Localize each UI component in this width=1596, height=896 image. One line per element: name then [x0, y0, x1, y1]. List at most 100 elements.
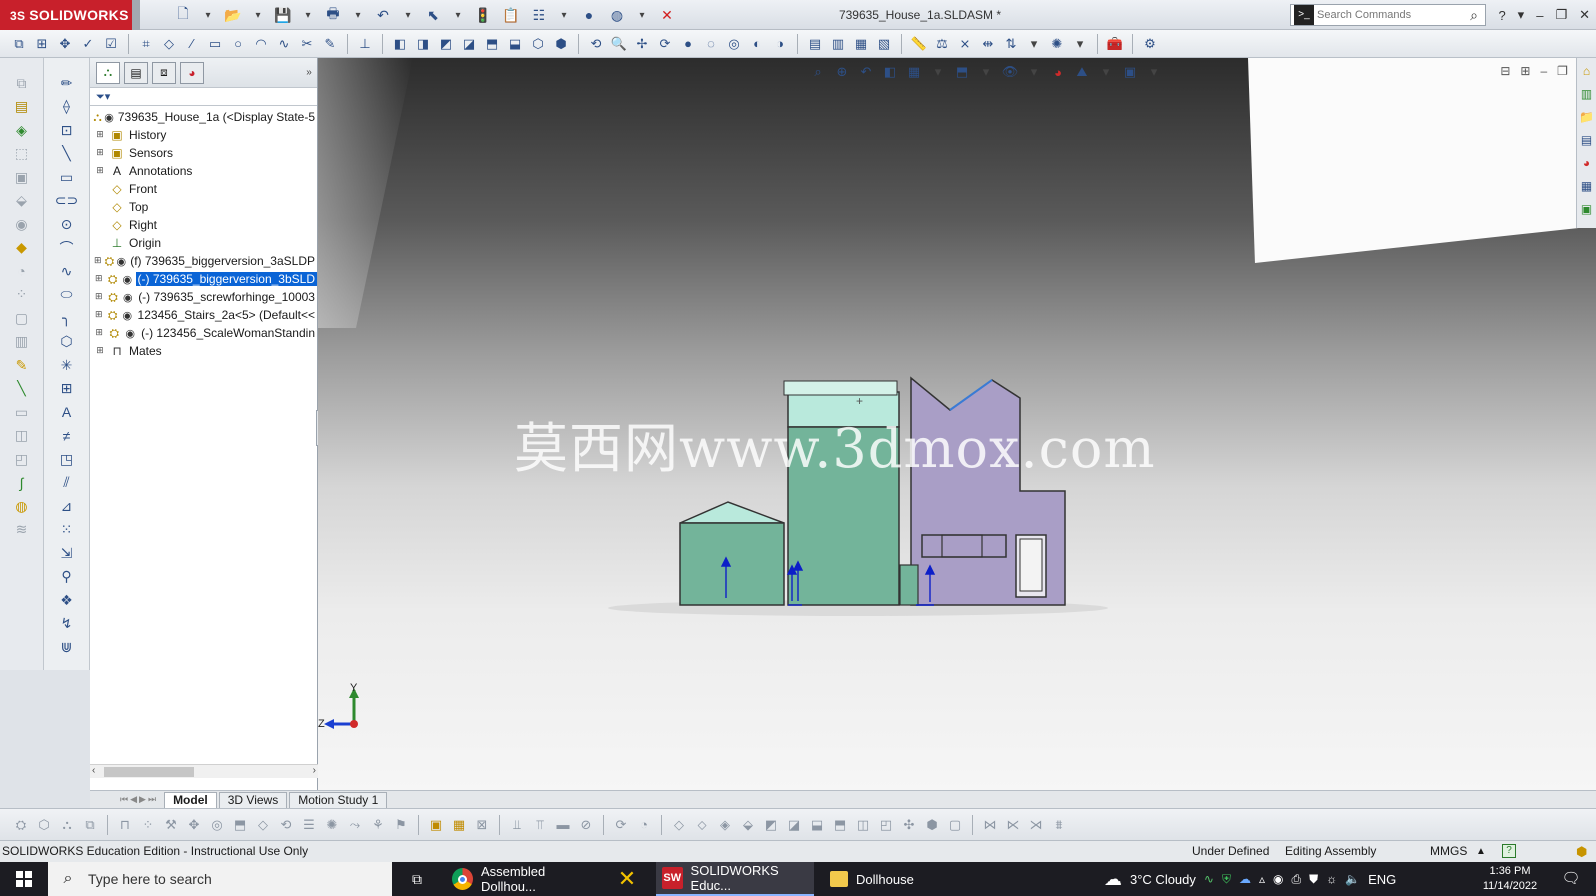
sweep-icon[interactable]: ◫: [9, 425, 35, 448]
resources-icon[interactable]: ⌂: [1578, 60, 1596, 81]
copy-with-mates-icon[interactable]: ⧉: [79, 814, 101, 836]
circle-tool-icon[interactable]: ⊙: [54, 213, 80, 236]
make-drawing-icon[interactable]: ▦: [850, 33, 872, 55]
pattern-icon[interactable]: ⁘: [9, 284, 35, 307]
tree-item[interactable]: ⊞ ▣ History: [90, 126, 317, 144]
mold-tool-icon[interactable]: ⬙: [9, 190, 35, 213]
explode-line-icon[interactable]: ⤳: [344, 814, 366, 836]
surface-tool-2-icon[interactable]: ⬦: [691, 814, 713, 836]
language-indicator[interactable]: ENG: [1368, 872, 1396, 887]
surface-tool-8-icon[interactable]: ⬒: [829, 814, 851, 836]
custom-properties-icon[interactable]: ▦: [1578, 175, 1596, 196]
small-house-roof[interactable]: [679, 501, 785, 524]
shaded-icon[interactable]: ●: [677, 33, 699, 55]
surface-tool-1-icon[interactable]: ◇: [668, 814, 690, 836]
move-component-icon[interactable]: ✥: [54, 33, 76, 55]
loft-icon[interactable]: ◰: [9, 448, 35, 471]
surface-tool-5-icon[interactable]: ◩: [760, 814, 782, 836]
tab-motion-study[interactable]: Motion Study 1: [289, 791, 388, 808]
close-document-icon[interactable]: ✕: [656, 4, 678, 26]
align-bottom-icon[interactable]: ⫫: [506, 814, 528, 836]
taskbar-search-input[interactable]: Type here to search: [88, 871, 212, 887]
print-icon[interactable]: 🖶: [322, 4, 344, 26]
text-tool-icon[interactable]: A: [54, 401, 80, 424]
expand-toggle-icon[interactable]: [94, 183, 106, 195]
weld-tool-2-icon[interactable]: ⋉: [1002, 814, 1024, 836]
minimize-icon[interactable]: –: [1536, 8, 1543, 23]
circle-icon[interactable]: ○: [227, 33, 249, 55]
sketch-tool-icon[interactable]: ⧉: [9, 72, 35, 95]
view-front-icon[interactable]: ◧: [389, 33, 411, 55]
sheetmetal-tool-icon[interactable]: ▣: [9, 166, 35, 189]
search-commands-input[interactable]: Search Commands: [1317, 9, 1463, 21]
design-library-icon[interactable]: ▥: [1578, 83, 1596, 104]
defender-icon[interactable]: ⛊: [1309, 872, 1318, 887]
centerline-icon[interactable]: ╲: [9, 378, 35, 401]
show-hidden-icon[interactable]: ◎: [206, 814, 228, 836]
rotate-icon[interactable]: ⟳: [654, 33, 676, 55]
expand-toggle-icon[interactable]: ⊞: [94, 345, 106, 357]
scrollbar-thumb[interactable]: [104, 767, 194, 777]
mate-tool-icon[interactable]: ⊓: [114, 814, 136, 836]
appearance-icon[interactable]: ●: [578, 4, 600, 26]
check-icon[interactable]: ☑: [100, 33, 122, 55]
open-dropdown-icon[interactable]: ▾: [250, 4, 266, 26]
property-manager-tab-icon[interactable]: ▤: [124, 61, 148, 84]
weld-tool-1-icon[interactable]: ⋈: [979, 814, 1001, 836]
shell-icon[interactable]: ▢: [9, 307, 35, 330]
large-assembly-icon[interactable]: ▦: [448, 814, 470, 836]
help-dropdown-icon[interactable]: ▾: [1518, 7, 1525, 23]
view-right-icon[interactable]: ◪: [458, 33, 480, 55]
view-bottom-icon[interactable]: ⬓: [504, 33, 526, 55]
appearances-icon[interactable]: ◕: [1578, 152, 1596, 173]
insert-components-icon[interactable]: ⧉: [8, 33, 30, 55]
new-dropdown-icon[interactable]: ▾: [200, 4, 216, 26]
system-clock[interactable]: 1:36 PM 11/14/2022: [1480, 864, 1540, 894]
new-motion-study-icon[interactable]: ⟲: [275, 814, 297, 836]
tree-item[interactable]: ⊞ ⛭ ◉ (-) 739635_screwforhinge_10003: [90, 288, 317, 306]
new-part-icon[interactable]: ⬡: [33, 814, 55, 836]
evaluate-dropdown-icon[interactable]: ▾: [1023, 33, 1045, 55]
rotate-tool-icon[interactable]: ⟳: [610, 814, 632, 836]
tree-item[interactable]: ⊥ Origin: [90, 234, 317, 252]
expand-toggle-icon[interactable]: ⊞: [94, 165, 106, 177]
mate-icon[interactable]: ⊞: [31, 33, 53, 55]
explode-dropdown-icon[interactable]: ▾: [1069, 33, 1091, 55]
scroll-left-icon[interactable]: ‹: [92, 765, 95, 776]
offset-tool-icon[interactable]: ⫽: [54, 472, 80, 495]
spline-tool-icon[interactable]: ∿: [54, 260, 80, 283]
task-view-icon[interactable]: ⧉: [404, 862, 430, 896]
tree-item[interactable]: ⊞ ⛭ ◉ (f) 739635_biggerversion_3aSLDP: [90, 252, 317, 270]
units-arrow-icon[interactable]: ▲: [1476, 841, 1486, 862]
hole-alignment-icon[interactable]: ⇅: [1000, 33, 1022, 55]
perspective-icon[interactable]: ◑: [769, 33, 791, 55]
reference-tool-icon[interactable]: ◇: [252, 814, 274, 836]
panel-expand-icon[interactable]: »: [301, 62, 317, 84]
select-icon[interactable]: ⬉: [422, 4, 444, 26]
new-document-icon[interactable]: 🗋: [172, 4, 194, 26]
view-top-icon[interactable]: ⬒: [481, 33, 503, 55]
surface-tool-3-icon[interactable]: ◈: [714, 814, 736, 836]
point-tool-icon[interactable]: ✳: [54, 354, 80, 377]
rebuild-icon[interactable]: 🚦: [472, 4, 494, 26]
volume-icon[interactable]: 🔈: [1345, 872, 1360, 886]
plane-tool-icon[interactable]: ⊞: [54, 378, 80, 401]
surface-tool-6-icon[interactable]: ◪: [783, 814, 805, 836]
exploded-view-icon[interactable]: ✺: [321, 814, 343, 836]
rectangle-tool-icon[interactable]: ▭: [54, 166, 80, 189]
view-left-icon[interactable]: ◩: [435, 33, 457, 55]
surface-tool-12-icon[interactable]: ⬢: [921, 814, 943, 836]
dimension-box-icon[interactable]: ⊡: [54, 119, 80, 142]
dimension-tool-icon[interactable]: ✎: [9, 354, 35, 377]
solidworks-forum-icon[interactable]: ▣: [1578, 198, 1596, 219]
reference-geometry-icon[interactable]: ◆: [9, 237, 35, 260]
expand-toggle-icon[interactable]: ⊞: [94, 309, 103, 321]
interference-icon[interactable]: ⨯: [954, 33, 976, 55]
sketch-pencil-icon[interactable]: ✏: [54, 72, 80, 95]
taskbar-search-box[interactable]: ⌕ Type here to search: [48, 862, 392, 896]
tree-item[interactable]: ⊞ ⊓ Mates: [90, 342, 317, 360]
collision-icon[interactable]: ◔: [633, 814, 655, 836]
expand-toggle-icon[interactable]: [94, 201, 106, 213]
hidden-lines-icon[interactable]: ◎: [723, 33, 745, 55]
direct-edit-icon[interactable]: ◉: [9, 213, 35, 236]
